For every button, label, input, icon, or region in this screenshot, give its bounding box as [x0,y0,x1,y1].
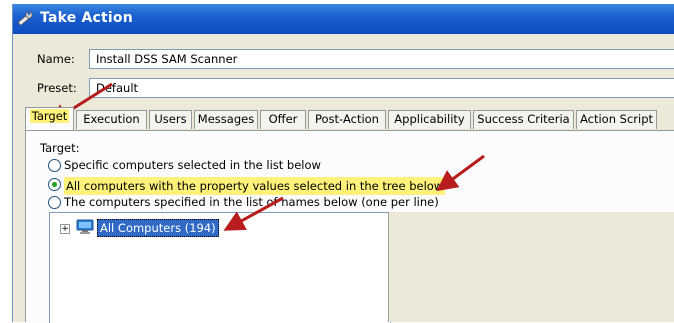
wrench-icon [18,11,33,26]
title-bar[interactable]: Take Action [13,4,674,34]
tab-success-criteria[interactable]: Success Criteria [473,110,574,129]
tab-target[interactable]: Target [25,107,74,130]
tab-users[interactable]: Users [149,110,192,129]
computer-monitor-icon [76,219,94,234]
tab-post-action[interactable]: Post-Action [308,110,386,129]
name-field[interactable]: Install DSS SAM Scanner [89,49,674,69]
expand-icon[interactable]: + [60,224,70,234]
tab-applicability[interactable]: Applicability [388,110,471,129]
radio-button[interactable] [48,159,61,172]
target-label: Target: [40,141,80,155]
tab-target-label: Target [29,109,70,123]
name-label: Name: [37,52,75,66]
preset-field[interactable]: Default [89,78,674,98]
tree-node-all-computers[interactable]: All Computers (194) [97,219,219,237]
preset-label: Preset: [37,81,77,95]
tab-execution[interactable]: Execution [76,110,147,129]
radio-button[interactable] [48,196,61,209]
tab-messages[interactable]: Messages [194,110,258,129]
tab-action-script[interactable]: Action Script [576,110,657,129]
radio-label: The computers specified in the list of n… [64,195,439,209]
radio-label: Specific computers selected in the list … [64,158,321,172]
radio-button-selected[interactable] [48,178,61,191]
tab-offer[interactable]: Offer [260,110,306,129]
radio-label: All computers with the property values s… [64,177,446,195]
window-title: Take Action [40,10,133,26]
property-values-pane [388,212,674,322]
computer-tree[interactable]: + All Computers (194) [49,212,391,323]
